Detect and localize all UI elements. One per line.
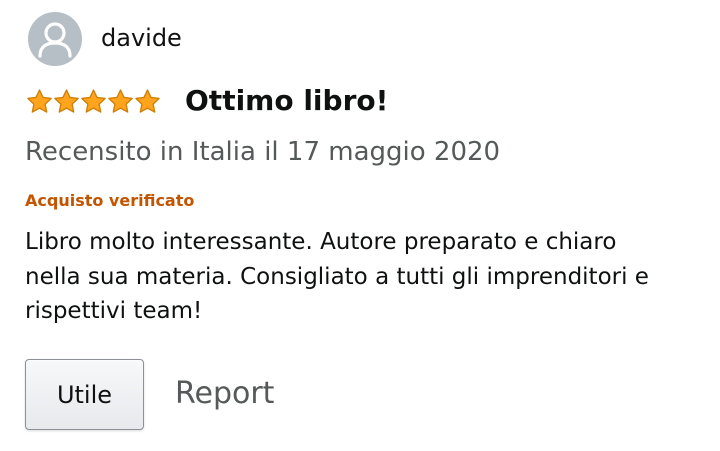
- helpful-button[interactable]: Utile: [25, 359, 144, 430]
- star-icon: [108, 89, 133, 113]
- star-rating[interactable]: [26, 88, 161, 115]
- reviewer-name[interactable]: davide: [101, 22, 182, 54]
- star-icon: [27, 89, 52, 113]
- review-date: Recensito in Italia il 17 maggio 2020: [25, 137, 501, 167]
- review-body: Libro molto interessante. Autore prepara…: [25, 229, 649, 324]
- verified-purchase-badge[interactable]: Acquisto verificato: [25, 190, 194, 212]
- star-icon: [135, 89, 160, 113]
- report-link[interactable]: Report: [175, 374, 274, 414]
- avatar: [28, 12, 82, 66]
- star-icon: [81, 89, 106, 113]
- user-avatar-icon: [28, 12, 82, 66]
- star-icon: [54, 89, 79, 113]
- review-title[interactable]: Ottimo libro!: [185, 82, 388, 120]
